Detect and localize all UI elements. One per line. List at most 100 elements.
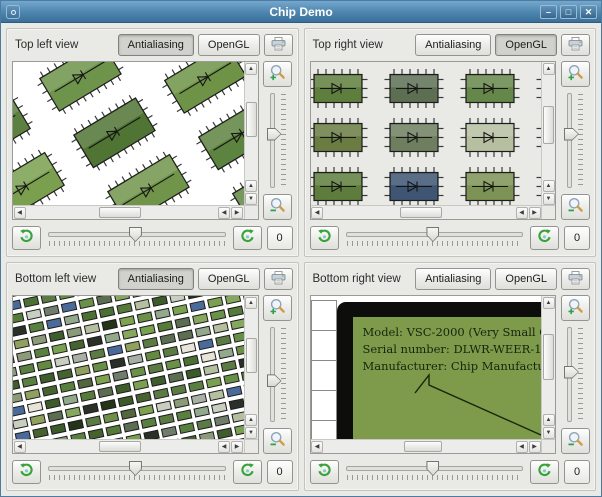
zoom-in-button[interactable]	[560, 61, 590, 87]
rotate-left-button[interactable]	[309, 226, 339, 250]
chip-scene[interactable]	[13, 62, 244, 205]
rotate-slider-handle[interactable]	[128, 227, 142, 242]
vertical-scrollbar[interactable]: ▲ ▲ ▼	[243, 296, 258, 439]
print-button[interactable]	[263, 268, 293, 290]
chip[interactable]	[384, 68, 444, 108]
horizontal-scrollbar[interactable]: ◀ ◀ ▶	[310, 205, 541, 219]
scroll-up-icon[interactable]: ▲	[245, 62, 257, 75]
vertical-scrollbar[interactable]: ▲ ▲ ▼	[541, 296, 555, 439]
scroll-left-icon[interactable]: ◀	[311, 206, 323, 219]
title-bar[interactable]: Chip Demo – □ ✕	[1, 1, 601, 23]
chip[interactable]	[310, 166, 368, 205]
scroll-right-icon[interactable]: ▶	[528, 440, 541, 453]
chip[interactable]	[460, 166, 520, 205]
chip[interactable]	[460, 68, 520, 108]
scroll-right-icon[interactable]: ▶	[231, 440, 243, 453]
zoom-slider-handle[interactable]	[266, 374, 282, 388]
zoom-slider[interactable]	[564, 325, 586, 424]
scroll-left-icon[interactable]: ◀	[515, 440, 528, 453]
scroll-left-icon[interactable]: ◀	[515, 206, 528, 219]
scroll-up-icon[interactable]: ▲	[542, 413, 555, 426]
scroll-up-icon[interactable]: ▲	[542, 179, 555, 192]
scroll-up-icon[interactable]: ▲	[245, 296, 257, 309]
zoom-slider[interactable]	[266, 325, 289, 424]
rotate-right-button[interactable]	[530, 460, 559, 484]
zoom-slider[interactable]	[266, 91, 289, 190]
scroll-left-icon[interactable]: ◀	[311, 440, 323, 453]
opengl-button[interactable]: OpenGL	[197, 34, 260, 56]
scroll-left-icon[interactable]: ◀	[218, 206, 230, 219]
rotate-slider-handle[interactable]	[426, 227, 440, 242]
chip[interactable]	[460, 117, 520, 157]
rotate-slider-handle[interactable]	[426, 461, 440, 476]
scroll-down-icon[interactable]: ▼	[245, 426, 257, 439]
rotate-slider[interactable]	[344, 226, 526, 250]
antialiasing-button[interactable]: Antialiasing	[117, 34, 194, 56]
scroll-down-icon[interactable]: ▼	[542, 192, 555, 205]
zoom-in-button[interactable]	[263, 61, 292, 87]
vertical-scrollbar[interactable]: ▲ ▲ ▼	[541, 62, 555, 205]
horizontal-scroll-thumb[interactable]	[400, 207, 443, 218]
chip[interactable]	[384, 166, 444, 205]
scroll-left-icon[interactable]: ◀	[13, 206, 26, 219]
zoom-slider-handle[interactable]	[564, 127, 579, 141]
antialiasing-button[interactable]: Antialiasing	[117, 268, 194, 290]
rotate-left-button[interactable]	[309, 460, 339, 484]
rotate-right-button[interactable]	[232, 460, 262, 484]
scroll-right-icon[interactable]: ▶	[231, 206, 243, 219]
vertical-scroll-thumb[interactable]	[245, 338, 257, 374]
chip[interactable]	[310, 117, 368, 157]
rotation-spinbox[interactable]: 0	[564, 226, 590, 250]
zoom-in-button[interactable]	[560, 295, 590, 321]
window-menu-icon[interactable]	[6, 5, 20, 19]
chip[interactable]	[536, 68, 541, 108]
chip-scene[interactable]	[310, 62, 541, 205]
scroll-up-icon[interactable]: ▲	[245, 179, 257, 192]
antialiasing-button[interactable]: Antialiasing	[415, 268, 492, 290]
scroll-down-icon[interactable]: ▼	[542, 426, 555, 439]
horizontal-scrollbar[interactable]: ◀ ◀ ▶	[310, 439, 541, 453]
chip[interactable]	[536, 166, 541, 205]
vertical-scroll-thumb[interactable]	[543, 106, 554, 144]
chip-scene[interactable]: Model: VSC-2000 (Very Small Chip) at 9Se…	[310, 296, 541, 439]
rotate-slider[interactable]	[46, 460, 228, 484]
zoom-out-button[interactable]	[560, 428, 590, 454]
scroll-down-icon[interactable]: ▼	[245, 192, 257, 205]
zoom-out-button[interactable]	[263, 428, 292, 454]
chip[interactable]	[310, 68, 368, 108]
chip[interactable]	[13, 144, 73, 205]
rotation-spinbox[interactable]: 0	[266, 460, 293, 484]
vertical-scroll-thumb[interactable]	[245, 102, 257, 138]
horizontal-scrollbar[interactable]: ◀ ◀ ▶	[13, 439, 244, 453]
zoom-out-button[interactable]	[263, 194, 292, 220]
opengl-button[interactable]: OpenGL	[495, 34, 557, 56]
print-button[interactable]	[561, 34, 590, 56]
scroll-left-icon[interactable]: ◀	[13, 440, 26, 453]
rotate-left-button[interactable]	[12, 226, 41, 250]
chip[interactable]	[384, 117, 444, 157]
rotation-spinbox[interactable]: 0	[266, 226, 293, 250]
rotate-right-button[interactable]	[530, 226, 559, 250]
rotate-slider-handle[interactable]	[128, 461, 142, 476]
scroll-up-icon[interactable]: ▲	[542, 62, 555, 75]
horizontal-scrollbar[interactable]: ◀ ◀ ▶	[13, 205, 244, 219]
horizontal-scroll-thumb[interactable]	[98, 207, 141, 218]
zoom-out-button[interactable]	[560, 194, 590, 220]
zoom-in-button[interactable]	[263, 295, 292, 321]
scroll-up-icon[interactable]: ▲	[542, 296, 555, 309]
rotate-left-button[interactable]	[12, 460, 41, 484]
horizontal-scroll-thumb[interactable]	[403, 441, 443, 452]
print-button[interactable]	[561, 268, 590, 290]
scroll-left-icon[interactable]: ◀	[218, 440, 230, 453]
rotate-slider[interactable]	[46, 226, 228, 250]
close-button[interactable]: ✕	[580, 5, 597, 19]
horizontal-scroll-thumb[interactable]	[98, 441, 141, 452]
rotate-right-button[interactable]	[232, 226, 262, 250]
opengl-button[interactable]: OpenGL	[197, 268, 260, 290]
scroll-right-icon[interactable]: ▶	[528, 206, 541, 219]
opengl-button[interactable]: OpenGL	[495, 268, 557, 290]
print-button[interactable]	[263, 34, 293, 56]
vertical-scrollbar[interactable]: ▲ ▲ ▼	[243, 62, 258, 205]
rotation-spinbox[interactable]: 0	[564, 460, 590, 484]
chip-scene[interactable]	[13, 296, 244, 439]
